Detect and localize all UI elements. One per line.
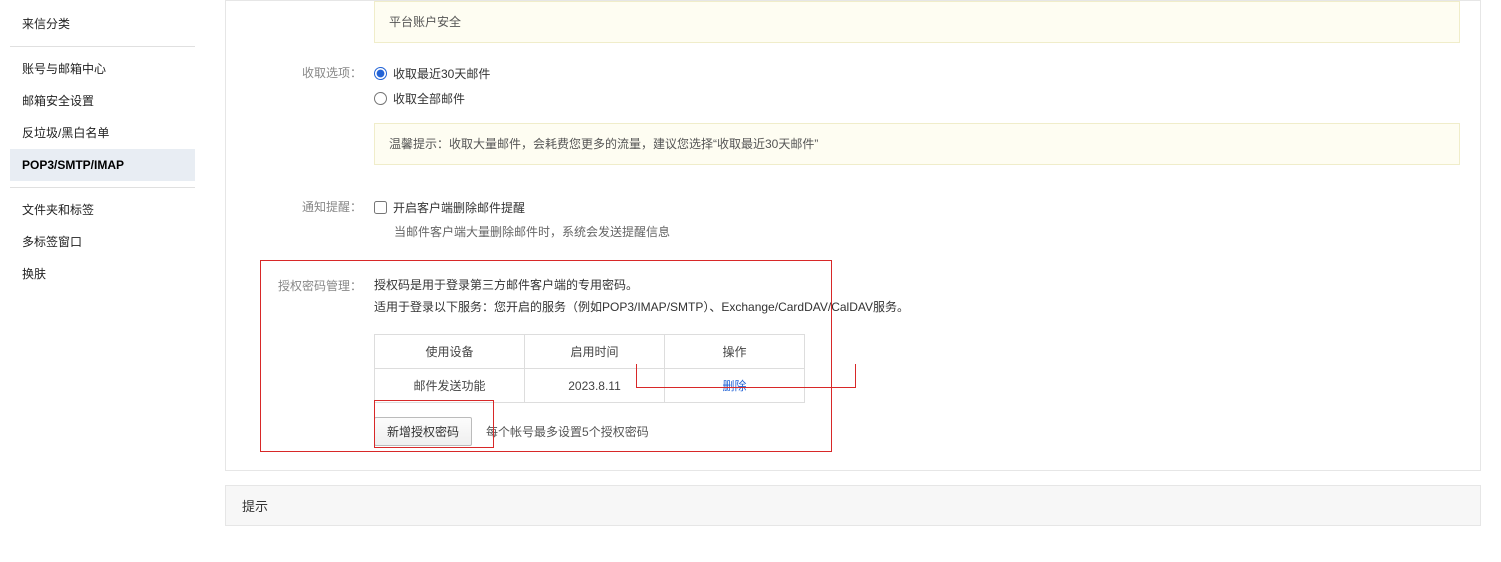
hint-title: 提示 — [242, 499, 268, 514]
sidebar-item-security[interactable]: 邮箱安全设置 — [10, 85, 195, 117]
sidebar-item-tabs[interactable]: 多标签窗口 — [10, 226, 195, 258]
hint-section: 提示 — [225, 485, 1481, 526]
main-content: 平台账户安全 收取选项： 收取最近30天邮件 收取全部邮件 温馨提示：收取大量邮… — [205, 0, 1501, 562]
delete-link[interactable]: 删除 — [722, 379, 746, 393]
auth-content: 授权码是用于登录第三方邮件客户端的专用密码。 适用于登录以下服务：您开启的服务（… — [374, 274, 1460, 446]
receive-option-content: 收取最近30天邮件 收取全部邮件 温馨提示：收取大量邮件，会耗费您更多的流量，建… — [374, 61, 1480, 165]
receive-option-label: 收取选项： — [226, 61, 374, 165]
receive-all-label: 收取全部邮件 — [393, 90, 465, 107]
auth-section: 授权密码管理： 授权码是用于登录第三方邮件客户端的专用密码。 适用于登录以下服务… — [226, 260, 1480, 464]
notify-desc: 当邮件客户端大量删除邮件时，系统会发送提醒信息 — [374, 220, 1460, 240]
sidebar-divider — [10, 187, 195, 188]
receive-all-radio[interactable] — [374, 92, 387, 105]
add-auth-button[interactable]: 新增授权密码 — [374, 417, 472, 446]
sidebar-divider — [10, 46, 195, 47]
sidebar-item-incoming[interactable]: 来信分类 — [10, 8, 195, 40]
receive-30days-radio[interactable] — [374, 67, 387, 80]
notify-content: 开启客户端删除邮件提醒 当邮件客户端大量删除邮件时，系统会发送提醒信息 — [374, 195, 1480, 240]
sidebar-item-account[interactable]: 账号与邮箱中心 — [10, 53, 195, 85]
sidebar-item-theme[interactable]: 换肤 — [10, 258, 195, 290]
auth-table: 使用设备 启用时间 操作 邮件发送功能 2023.8.11 删除 — [374, 334, 805, 403]
notify-delete-option[interactable]: 开启客户端删除邮件提醒 — [374, 195, 1460, 220]
auth-table-header-row: 使用设备 启用时间 操作 — [375, 335, 805, 369]
notify-delete-label: 开启客户端删除邮件提醒 — [393, 199, 525, 216]
sidebar-item-spam[interactable]: 反垃圾/黑白名单 — [10, 117, 195, 149]
receive-all-option[interactable]: 收取全部邮件 — [374, 86, 1460, 111]
receive-option-row: 收取选项： 收取最近30天邮件 收取全部邮件 温馨提示：收取大量邮件，会耗费您更… — [226, 55, 1480, 171]
auth-th-action: 操作 — [665, 335, 805, 369]
notify-label: 通知提醒： — [226, 195, 374, 240]
auth-table-row: 邮件发送功能 2023.8.11 删除 — [375, 369, 805, 403]
settings-panel: 平台账户安全 收取选项： 收取最近30天邮件 收取全部邮件 温馨提示：收取大量邮… — [225, 0, 1481, 471]
notify-delete-checkbox[interactable] — [374, 201, 387, 214]
receive-note: 温馨提示：收取大量邮件，会耗费您更多的流量，建议您选择“收取最近30天邮件” — [374, 123, 1460, 165]
notify-row: 通知提醒： 开启客户端删除邮件提醒 当邮件客户端大量删除邮件时，系统会发送提醒信… — [226, 189, 1480, 246]
auth-td-device: 邮件发送功能 — [375, 369, 525, 403]
add-auth-note: 每个帐号最多设置5个授权密码 — [486, 423, 649, 440]
auth-td-time: 2023.8.11 — [525, 369, 665, 403]
receive-30days-label: 收取最近30天邮件 — [393, 65, 490, 82]
auth-th-time: 启用时间 — [525, 335, 665, 369]
auth-td-action: 删除 — [665, 369, 805, 403]
top-security-note: 平台账户安全 — [374, 1, 1460, 43]
sidebar: 来信分类 账号与邮箱中心 邮箱安全设置 反垃圾/黑白名单 POP3/SMTP/I… — [0, 0, 205, 562]
auth-label: 授权密码管理： — [226, 274, 374, 446]
auth-desc1: 授权码是用于登录第三方邮件客户端的专用密码。 — [374, 274, 1440, 296]
sidebar-item-pop3[interactable]: POP3/SMTP/IMAP — [10, 149, 195, 181]
auth-th-device: 使用设备 — [375, 335, 525, 369]
auth-button-row: 新增授权密码 每个帐号最多设置5个授权密码 — [374, 417, 1440, 446]
auth-desc2: 适用于登录以下服务：您开启的服务（例如POP3/IMAP/SMTP）、Excha… — [374, 296, 1440, 318]
receive-30days-option[interactable]: 收取最近30天邮件 — [374, 61, 1460, 86]
sidebar-item-folders[interactable]: 文件夹和标签 — [10, 194, 195, 226]
